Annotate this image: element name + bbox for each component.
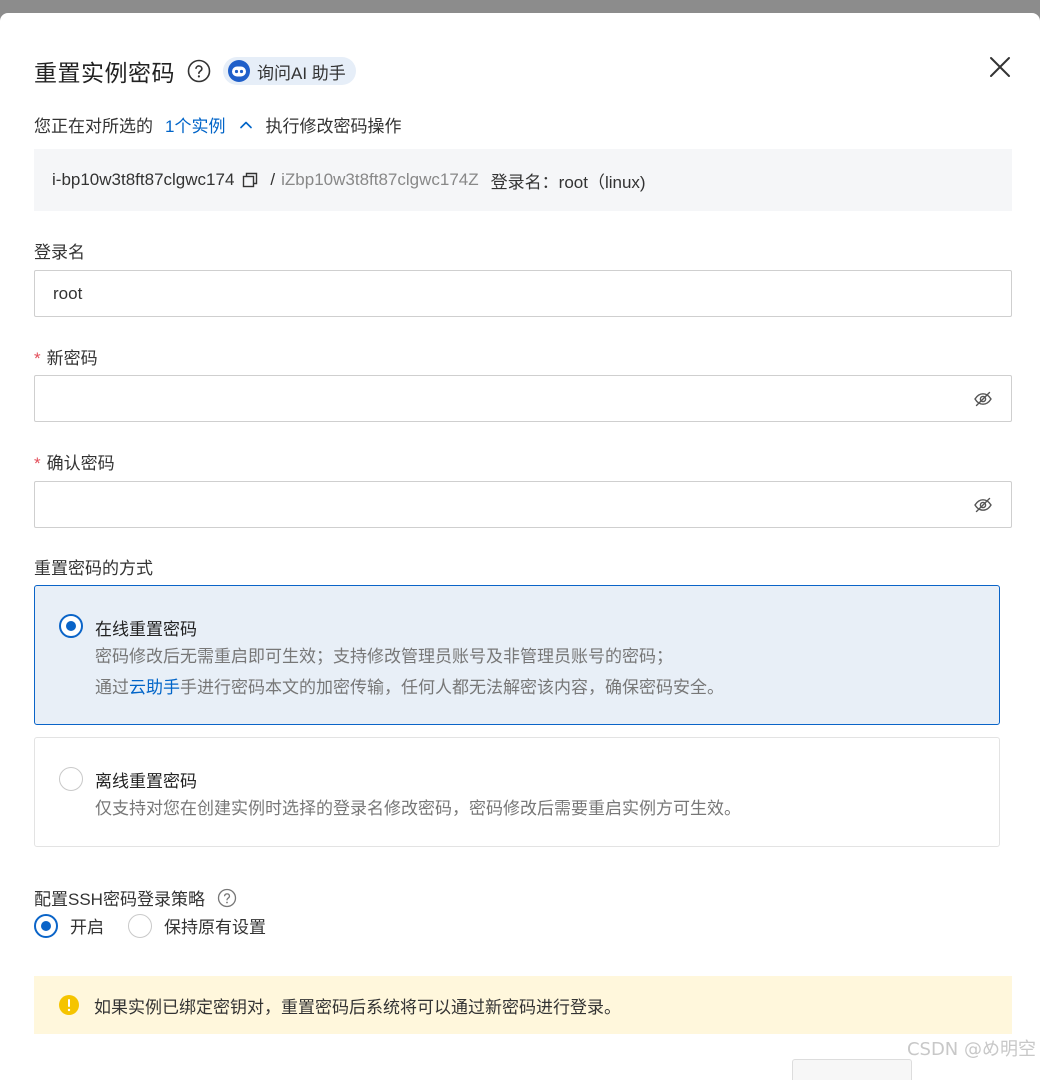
ask-ai-assistant-button[interactable]: 询问AI 助手 [223,57,356,85]
help-circle-icon[interactable] [217,888,237,908]
online-reset-title: 在线重置密码 [95,620,197,639]
ssh-policy-options: 开启 保持原有设置 [34,913,266,938]
intro-suffix: 执行修改密码操作 [265,117,402,136]
line2-suffix: 手进行密码本文的加密传输，任何人都无法解密该内容，确保密码安全。 [180,678,724,697]
selected-instances-link[interactable]: 1个实例 [165,112,225,137]
ssh-keep-label[interactable]: 保持原有设置 [164,913,266,938]
ssh-policy-label: 配置SSH密码登录策略 [34,890,205,909]
online-reset-line1: 密码修改后无需重启即可生效；支持修改管理员账号及非管理员账号的密码； [95,647,673,666]
required-mark: * [34,349,41,368]
login-name-field[interactable]: root [34,270,1012,317]
login-name-value: root [53,283,83,303]
confirm-password-label: * 确认密码 [34,449,115,474]
reset-password-dialog: 重置实例密码 询问AI 助手 您正在对所选的 1个实例 执行修改密码操作 i-b… [0,13,1040,1080]
offline-reset-description: 仅支持对您在创建实例时选择的登录名修改密码，密码修改后需要重启实例方可生效。 [95,799,741,818]
ssh-enable-label[interactable]: 开启 [70,913,104,938]
ssh-policy-header: 配置SSH密码登录策略 [34,885,237,910]
robot-icon [228,60,250,82]
login-summary: 登录名：root（linux) [490,172,646,192]
offline-reset-radio[interactable] [59,767,83,791]
eye-slash-icon[interactable] [973,495,993,515]
offline-reset-option[interactable]: 离线重置密码 仅支持对您在创建实例时选择的登录名修改密码，密码修改后需要重启实例… [34,737,1000,847]
footer-button[interactable] [792,1059,912,1080]
watermark: CSDN @め明空 [906,1039,1036,1060]
selection-intro: 您正在对所选的 1个实例 执行修改密码操作 [34,112,401,137]
dialog-header: 重置实例密码 询问AI 助手 [34,55,356,87]
copy-icon[interactable] [242,172,258,188]
ssh-enable-radio[interactable] [34,913,58,938]
help-circle-icon[interactable] [187,59,211,83]
online-reset-option[interactable]: 在线重置密码 密码修改后无需重启即可生效；支持修改管理员账号及非管理员账号的密码… [34,585,1000,725]
confirm-password-label-text: 确认密码 [46,454,115,473]
dialog-title: 重置实例密码 [34,60,175,86]
warning-icon [59,995,79,1015]
chevron-up-icon[interactable] [239,118,253,132]
separator: / [270,170,276,189]
new-password-label: * 新密码 [34,344,98,369]
online-reset-line2: 通过云助手手进行密码本文的加密传输，任何人都无法解密该内容，确保密码安全。 [95,672,724,703]
online-reset-radio[interactable] [59,614,83,638]
warning-banner: 如果实例已绑定密钥对，重置密码后系统将可以通过新密码进行登录。 [34,976,1012,1034]
instance-host-name: iZbp10w3t8ft87clgwc174Z [281,170,479,189]
instance-id: i-bp10w3t8ft87clgwc174 [52,170,235,189]
instance-info-box: i-bp10w3t8ft87clgwc174 / iZbp10w3t8ft87c… [34,149,1012,211]
login-name-label: 登录名 [34,243,85,262]
warning-text: 如果实例已绑定密钥对，重置密码后系统将可以通过新密码进行登录。 [94,997,621,1017]
eye-slash-icon[interactable] [973,389,993,409]
cloud-assistant-link[interactable]: 云助手 [129,678,180,697]
confirm-password-field[interactable] [34,481,1012,528]
offline-reset-title: 离线重置密码 [95,772,197,791]
new-password-label-text: 新密码 [46,349,98,368]
line2-prefix: 通过 [95,678,129,697]
intro-prefix: 您正在对所选的 [34,117,153,136]
online-reset-description: 密码修改后无需重启即可生效；支持修改管理员账号及非管理员账号的密码； 通过云助手… [95,641,724,703]
ssh-keep-radio[interactable] [128,913,152,938]
required-mark: * [34,454,41,473]
ask-ai-label: 询问AI 助手 [257,63,346,83]
new-password-field[interactable] [34,375,1012,422]
reset-method-label: 重置密码的方式 [34,559,153,578]
close-icon[interactable] [988,55,1012,79]
